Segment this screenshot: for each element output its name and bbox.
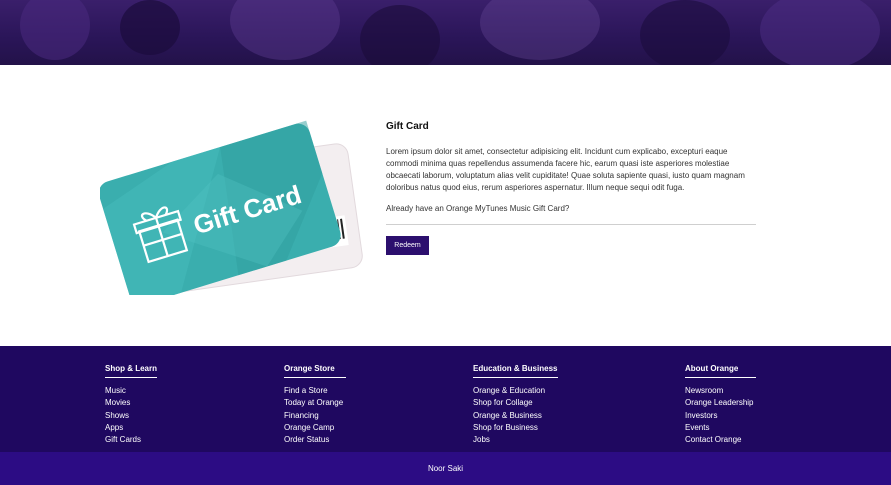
crowd-silhouette	[230, 0, 340, 60]
footer-column-shop-learn: Shop & Learn Music Movies Shows Apps Gif…	[105, 358, 157, 446]
crowd-silhouette	[20, 0, 90, 60]
footer-link-investors[interactable]: Investors	[685, 410, 756, 422]
footer-column-education-business: Education & Business Orange & Education …	[473, 358, 558, 446]
footer-link-orange-camp[interactable]: Orange Camp	[284, 422, 346, 434]
footer-link-jobs[interactable]: Jobs	[473, 434, 558, 446]
footer-link-music[interactable]: Music	[105, 385, 157, 397]
footer-link-shows[interactable]: Shows	[105, 410, 157, 422]
footer-column-about-orange: About Orange Newsroom Orange Leadership …	[685, 358, 756, 446]
footer-link-contact-orange[interactable]: Contact Orange	[685, 434, 756, 446]
footer-link-movies[interactable]: Movies	[105, 397, 157, 409]
footer-column-orange-store: Orange Store Find a Store Today at Orang…	[284, 358, 346, 446]
footer-link-newsroom[interactable]: Newsroom	[685, 385, 756, 397]
crowd-silhouette	[640, 0, 730, 65]
author-credit: Noor Saki	[427, 464, 464, 473]
hero-banner	[0, 0, 891, 65]
footer-column-rule	[473, 377, 558, 378]
footer-column-rule	[105, 377, 157, 378]
footer-column-rule	[685, 377, 756, 378]
footer-link-order-status[interactable]: Order Status	[284, 434, 346, 446]
footer-column-title: Education & Business	[473, 364, 558, 373]
info-description: Lorem ipsum dolor sit amet, consectetur …	[386, 147, 745, 192]
footer-column-title: About Orange	[685, 364, 739, 373]
footer-link-orange-education[interactable]: Orange & Education	[473, 385, 558, 397]
footer-link-orange-leadership[interactable]: Orange Leadership	[685, 397, 756, 409]
footer: Shop & Learn Music Movies Shows Apps Gif…	[0, 346, 891, 452]
redeem-button[interactable]: Redeem	[386, 236, 429, 255]
footer-link-events[interactable]: Events	[685, 422, 756, 434]
footer-column-rule	[284, 377, 346, 378]
crowd-silhouette	[120, 0, 180, 55]
footer-link-financing[interactable]: Financing	[284, 410, 346, 422]
footer-link-shop-for-business[interactable]: Shop for Business	[473, 422, 558, 434]
footer-link-shop-for-collage[interactable]: Shop for Collage	[473, 397, 558, 409]
footer-link-gift-cards[interactable]: Gift Cards	[105, 434, 157, 446]
redeem-prompt: Already have an Orange MyTunes Music Gif…	[386, 204, 570, 213]
footer-link-find-a-store[interactable]: Find a Store	[284, 385, 346, 397]
footer-link-apps[interactable]: Apps	[105, 422, 157, 434]
crowd-silhouette	[480, 0, 600, 60]
footer-link-orange-business[interactable]: Orange & Business	[473, 410, 558, 422]
footer-column-title: Orange Store	[284, 364, 335, 373]
info-title: Gift Card	[386, 121, 429, 132]
bottom-bar: Noor Saki	[0, 452, 891, 485]
crowd-silhouette	[360, 5, 440, 65]
divider	[386, 224, 756, 225]
gift-card-info: Gift Card Lorem ipsum dolor sit amet, co…	[386, 121, 756, 255]
footer-column-title: Shop & Learn	[105, 364, 158, 373]
main-content: Gift Card Gift Card Lorem ipsum dolor si…	[0, 65, 891, 346]
footer-link-today-at-orange[interactable]: Today at Orange	[284, 397, 346, 409]
gift-card-image: Gift Card	[100, 120, 363, 295]
crowd-silhouette	[760, 0, 880, 65]
